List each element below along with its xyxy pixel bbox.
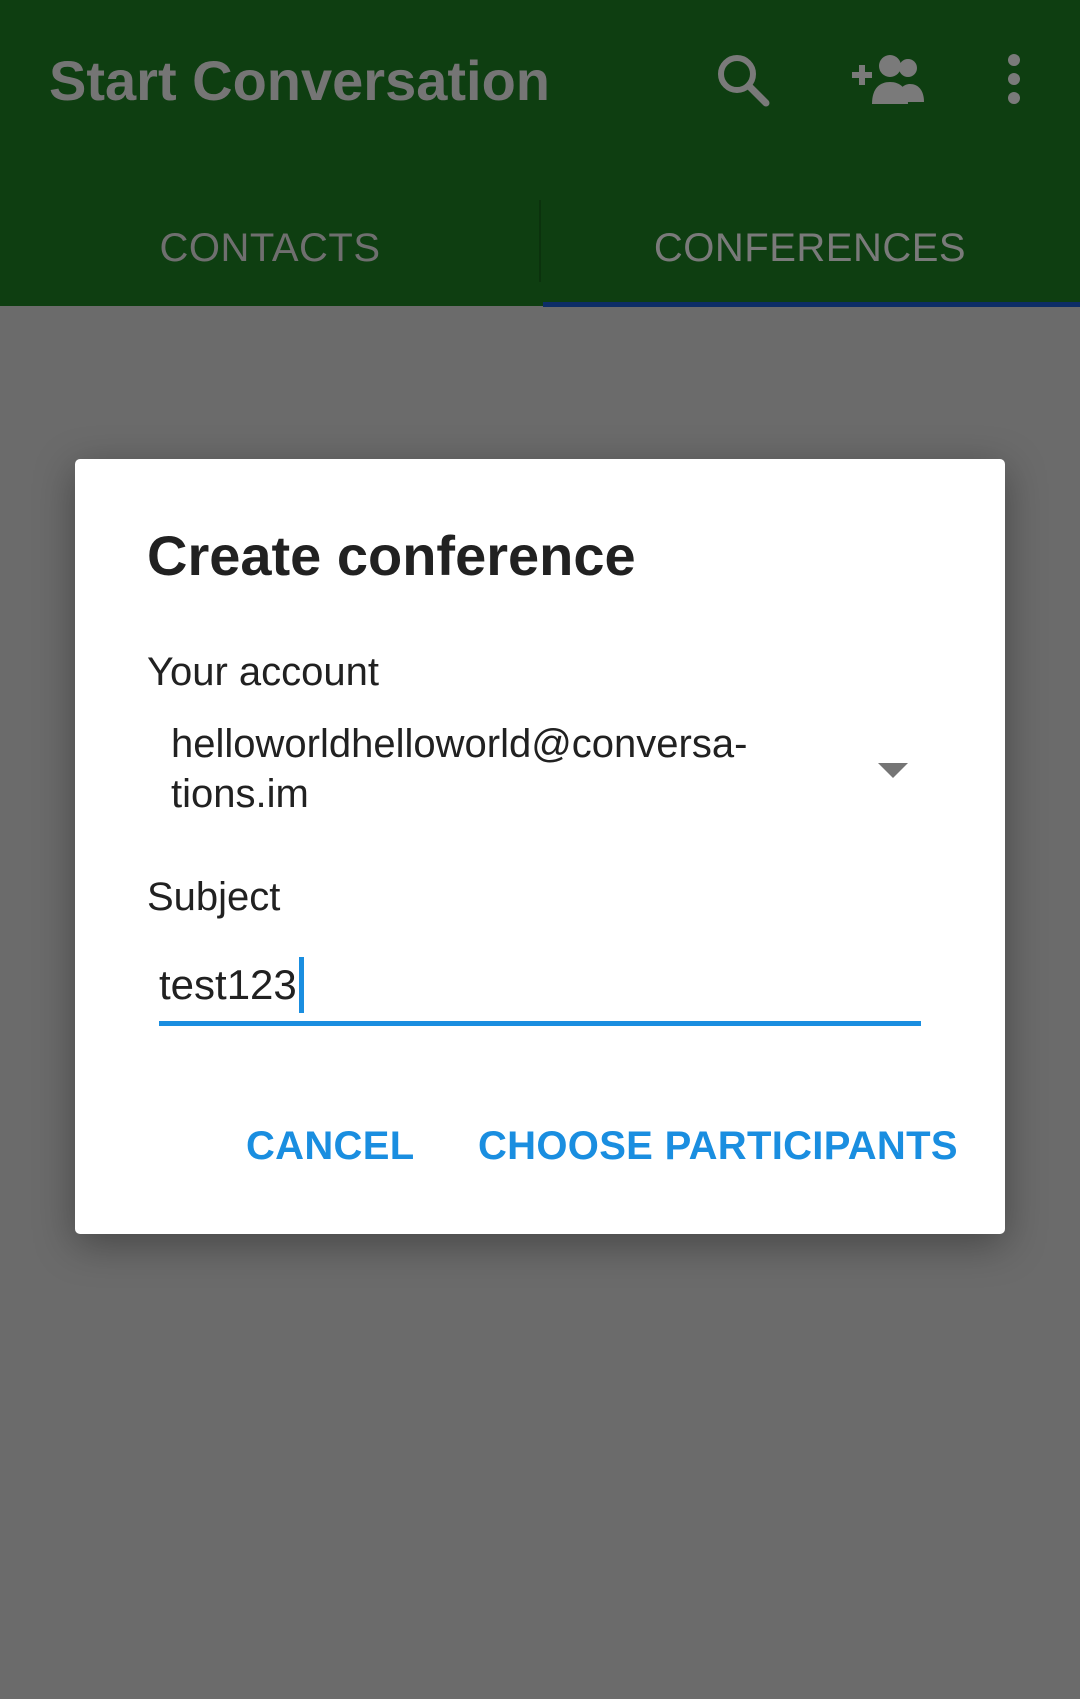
account-value: helloworldhelloworld@conversa- tions.im [171,722,748,816]
create-conference-dialog: Create conference Your account helloworl… [75,459,1005,1234]
subject-label: Subject [147,875,281,919]
choose-participants-button[interactable]: CHOOSE PARTICIPANTS [478,1124,958,1169]
subject-value: test123 [159,961,297,1008]
tab-conferences[interactable]: CONFERENCES [540,190,1080,306]
cancel-button[interactable]: CANCEL [246,1124,414,1169]
tab-selected-indicator [543,302,1080,307]
add-group-icon[interactable] [850,52,926,108]
account-label: Your account [147,650,380,694]
dropdown-arrow-icon [878,763,908,778]
more-vert-icon[interactable] [1003,53,1025,105]
app-title: Start Conversation [49,49,550,112]
app-bar: Start Conversation CONTACTS CONFERENCES [0,0,1080,307]
tab-contacts[interactable]: CONTACTS [0,190,540,306]
subject-input[interactable]: test123 [159,949,921,1026]
account-select[interactable]: helloworldhelloworld@conversa- tions.im [171,719,991,829]
dialog-title: Create conference [147,524,636,587]
text-cursor [298,957,304,1013]
search-icon[interactable] [713,50,773,110]
tab-bar: CONTACTS CONFERENCES [0,190,1080,306]
